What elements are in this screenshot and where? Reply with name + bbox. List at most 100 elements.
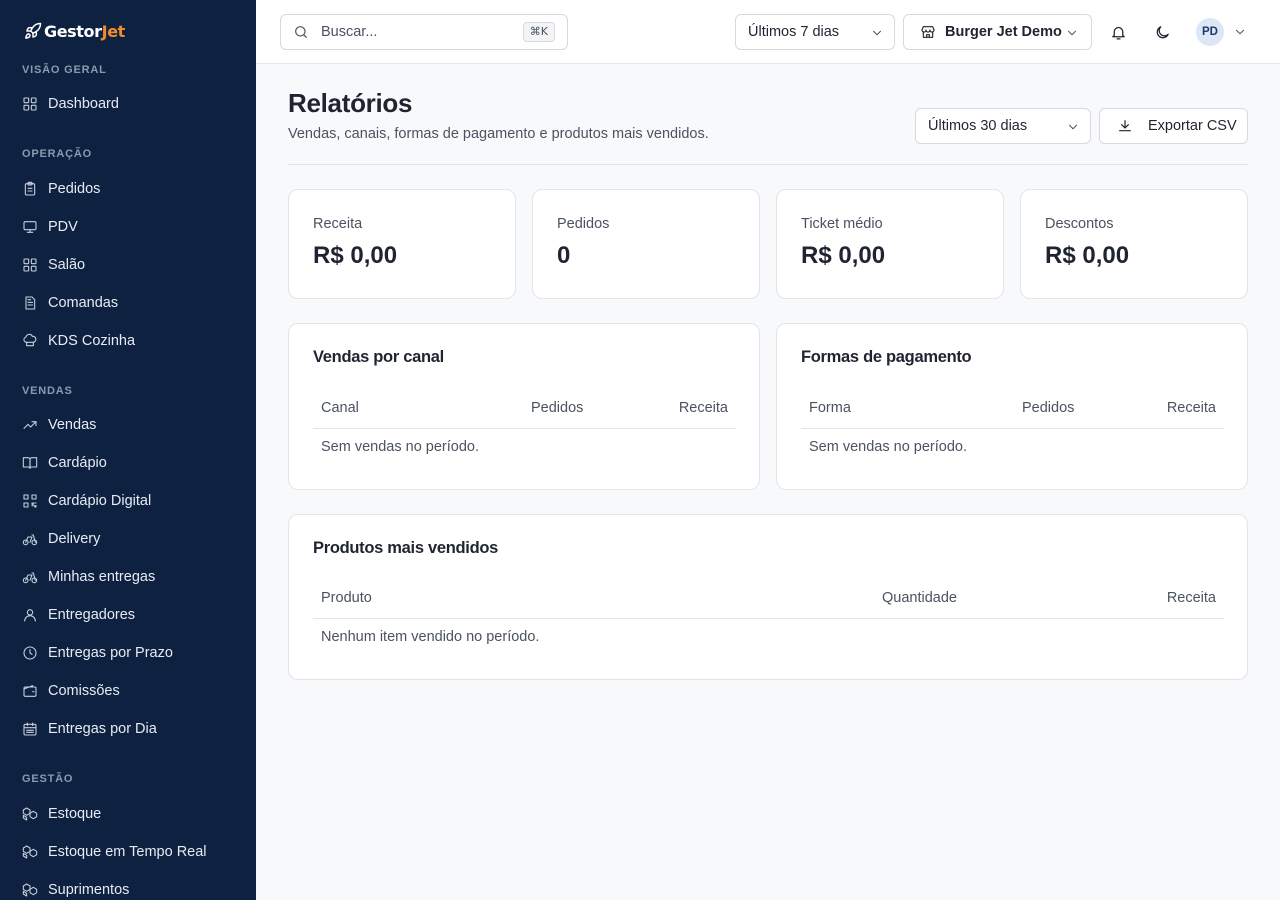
document-icon (22, 295, 38, 311)
top-period-value: Últimos 7 dias (748, 24, 840, 40)
card-title: Vendas por canal (313, 348, 444, 366)
sidebar-item-label: Estoque (48, 806, 102, 822)
card-title: Produtos mais vendidos (313, 539, 499, 557)
sidebar-item-minhas-entregas[interactable]: Minhas entregas (16, 559, 240, 595)
sidebar-item-label: Entregadores (48, 607, 136, 623)
sidebar-item-suprimentos[interactable]: Suprimentos (16, 872, 240, 900)
chevron-down-icon (1065, 26, 1079, 40)
boxes-icon (22, 844, 38, 860)
sidebar-item-estoque[interactable]: Estoque (16, 796, 240, 832)
user-icon (22, 607, 38, 623)
column-header: Quantidade (882, 590, 957, 606)
empty-state: Nenhum item vendido no período. (321, 629, 540, 645)
stat-label: Descontos (1045, 216, 1114, 232)
column-header: Pedidos (1022, 400, 1075, 416)
brand-name: GestorJet (44, 21, 125, 41)
sidebar-item-label: PDV (48, 219, 78, 235)
channels-card: Vendas por canal Canal Pedidos Receita S… (288, 323, 760, 490)
sidebar-item-label: Dashboard (48, 96, 119, 112)
sidebar-item-vendas[interactable]: Vendas (16, 407, 240, 443)
store-name: Burger Jet Demo (945, 24, 1062, 40)
header-divider (288, 164, 1248, 165)
sidebar-item-cardapio-digital[interactable]: Cardápio Digital (16, 483, 240, 519)
search-placeholder: Buscar... (321, 24, 378, 40)
report-period-select[interactable]: Últimos 30 dias (915, 108, 1091, 144)
column-header: Receita (1166, 400, 1216, 416)
sidebar-item-label: Cardápio (48, 455, 107, 471)
column-header: Canal (321, 400, 359, 416)
monitor-icon (22, 219, 38, 235)
grid-icon (22, 96, 38, 112)
search-shortcut: ⌘K (522, 22, 555, 42)
download-icon (1119, 120, 1131, 132)
rocket-icon (25, 22, 42, 39)
sidebar: GestorJet VISÃO GERAL Dashboard OPERAÇÃO… (0, 0, 256, 900)
column-header: Receita (678, 400, 728, 416)
notifications-button[interactable] (1108, 22, 1128, 42)
book-icon (22, 455, 38, 471)
sidebar-item-dashboard[interactable]: Dashboard (16, 86, 240, 122)
brand-logo[interactable]: GestorJet (24, 19, 125, 43)
stat-label: Pedidos (557, 216, 610, 232)
top-products-card: Produtos mais vendidos Produto Quantidad… (288, 514, 1248, 680)
sidebar-item-label: Comissões (48, 683, 120, 699)
bike-icon (22, 569, 38, 585)
bell-icon (1111, 26, 1125, 40)
store-select[interactable]: Burger Jet Demo (903, 14, 1092, 50)
sidebar-item-entregas-por-prazo[interactable]: Entregas por Prazo (16, 635, 240, 671)
search-icon (295, 26, 307, 38)
card-title: Formas de pagamento (801, 348, 972, 366)
top-period-select[interactable]: Últimos 7 dias (735, 14, 895, 50)
report-period-value: Últimos 30 dias (928, 118, 1028, 134)
chevron-down-icon (1066, 120, 1080, 134)
stat-card-descontos: Descontos R$ 0,00 (1020, 189, 1248, 299)
clock-icon (22, 645, 38, 661)
sidebar-item-label: KDS Cozinha (48, 333, 136, 349)
moon-icon (1156, 25, 1169, 38)
sidebar-item-entregas-por-dia[interactable]: Entregas por Dia (16, 711, 240, 747)
sidebar-item-entregadores[interactable]: Entregadores (16, 597, 240, 633)
page-subtitle: Vendas, canais, formas de pagamento e pr… (288, 126, 709, 142)
boxes-icon (22, 882, 38, 898)
theme-toggle-button[interactable] (1152, 22, 1172, 42)
store-icon (921, 26, 935, 38)
column-header: Pedidos (531, 400, 584, 416)
column-header: Produto (321, 590, 372, 606)
chevron-down-icon[interactable] (1233, 25, 1247, 39)
wallet-icon (22, 683, 38, 699)
stat-label: Ticket médio (801, 216, 883, 232)
stat-card-ticket-medio: Ticket médio R$ 0,00 (776, 189, 1004, 299)
column-header: Receita (1166, 590, 1216, 606)
sidebar-item-cardapio[interactable]: Cardápio (16, 445, 240, 481)
sidebar-item-delivery[interactable]: Delivery (16, 521, 240, 557)
sidebar-item-label: Cardápio Digital (48, 493, 152, 509)
section-label-gestao: GESTÃO (22, 773, 74, 785)
sidebar-item-kds-cozinha[interactable]: KDS Cozinha (16, 323, 240, 359)
table-header: Forma Pedidos Receita (801, 389, 1224, 429)
payments-card: Formas de pagamento Forma Pedidos Receit… (776, 323, 1248, 490)
sidebar-item-label: Pedidos (48, 181, 101, 197)
clipboard-icon (22, 181, 38, 197)
boxes-icon (22, 806, 38, 822)
sidebar-item-label: Minhas entregas (48, 569, 156, 585)
search-input[interactable]: Buscar... ⌘K (280, 14, 568, 50)
sidebar-item-label: Estoque em Tempo Real (48, 844, 207, 860)
grid-icon (22, 257, 38, 273)
sidebar-item-comandas[interactable]: Comandas (16, 285, 240, 321)
table-header: Produto Quantidade Receita (313, 579, 1224, 619)
export-csv-button[interactable]: Exportar CSV (1099, 108, 1248, 144)
empty-state: Sem vendas no período. (809, 439, 967, 455)
stat-value: R$ 0,00 (801, 242, 886, 269)
sidebar-item-salao[interactable]: Salão (16, 247, 240, 283)
stat-value: R$ 0,00 (313, 242, 398, 269)
avatar[interactable]: PD (1196, 18, 1224, 46)
stat-value: R$ 0,00 (1045, 242, 1130, 269)
sidebar-item-estoque-tempo-real[interactable]: Estoque em Tempo Real (16, 834, 240, 870)
sidebar-item-pdv[interactable]: PDV (16, 209, 240, 245)
calendar-icon (22, 721, 38, 737)
sidebar-item-pedidos[interactable]: Pedidos (16, 171, 240, 207)
export-csv-label: Exportar CSV (1148, 118, 1237, 134)
stat-card-pedidos: Pedidos 0 (532, 189, 760, 299)
sidebar-item-comissoes[interactable]: Comissões (16, 673, 240, 709)
stat-value: 0 (557, 242, 571, 269)
